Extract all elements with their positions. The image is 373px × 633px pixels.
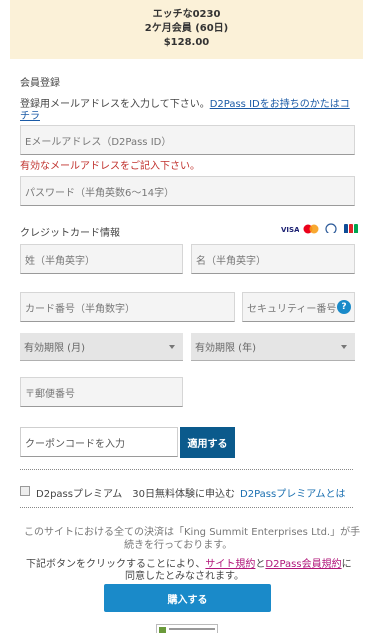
password-input[interactable]: パスワード（半角英数6～14字） <box>20 176 355 206</box>
cvv-placeholder: セキュリティー番号 <box>247 303 337 315</box>
existing-id-link[interactable]: D2Pass IDをお持ちのかたはコ <box>210 99 350 110</box>
mastercard-icon <box>303 224 319 234</box>
product-title: エッチな0230 <box>152 9 221 20</box>
membership-section-label: 会員登録 <box>20 78 60 89</box>
chevron-down-icon <box>341 344 347 349</box>
svg-text:VISA: VISA <box>281 226 299 234</box>
visa-icon: VISA <box>281 226 299 234</box>
instruction-text: 登録用メールアドレスを入力して下さい。 <box>20 99 210 110</box>
coupon-input[interactable]: クーポンコードを入力 <box>20 427 178 457</box>
card-section-label: クレジットカード情報 <box>20 228 120 239</box>
membership-instruction: 登録用メールアドレスを入力して下さい。D2Pass IDをお持ちのかたはコ <box>20 95 350 110</box>
jcb-icon <box>344 224 358 233</box>
premium-checkbox[interactable] <box>20 486 30 496</box>
exp-month-value: 有効期限 (月) <box>24 343 85 354</box>
product-plan: 2ケ月会員 (60日) <box>144 23 229 34</box>
divider <box>20 507 353 508</box>
first-name-input[interactable]: 名（半角英字） <box>191 244 355 274</box>
apply-coupon-button[interactable]: 適用する <box>180 427 235 458</box>
chevron-down-icon <box>169 344 175 349</box>
help-icon[interactable]: ? <box>337 300 351 314</box>
card-number-input[interactable]: カード番号（半角数字） <box>20 292 235 322</box>
product-header: エッチな0230 2ケ月会員 (60日) $128.00 <box>10 0 363 59</box>
terms-notice-line2: 同意したとみなされます。 <box>125 571 244 582</box>
settlement-notice-line2: 続きを行っております。 <box>124 540 233 551</box>
divider <box>20 469 353 470</box>
purchase-button[interactable]: 購入する <box>104 584 271 612</box>
security-seal-icon <box>156 624 218 633</box>
premium-info-link[interactable]: D2Passプレミアムとは <box>240 485 346 500</box>
premium-label: D2passプレミアム 30日無料体験に申込む <box>36 489 235 500</box>
terms-and: と <box>255 559 266 570</box>
exp-month-select[interactable]: 有効期限 (月) <box>20 333 183 361</box>
exp-year-value: 有効期限 (年) <box>195 343 256 354</box>
last-name-input[interactable]: 姓（半角英字） <box>20 244 183 274</box>
email-error: 有効なメールアドレスをご記入下さい。 <box>20 161 200 172</box>
existing-id-link-cont[interactable]: チラ <box>20 107 40 122</box>
exp-year-select[interactable]: 有効期限 (年) <box>191 333 355 361</box>
d2pass-terms-link[interactable]: D2Pass会員規約 <box>265 559 341 570</box>
product-price: $128.00 <box>163 37 210 48</box>
terms-suffix: に <box>341 559 352 570</box>
postal-code-input[interactable]: 〒郵便番号 <box>20 377 183 407</box>
email-input[interactable]: Eメールアドレス（D2Pass ID） <box>20 125 355 155</box>
diners-icon <box>325 223 337 233</box>
